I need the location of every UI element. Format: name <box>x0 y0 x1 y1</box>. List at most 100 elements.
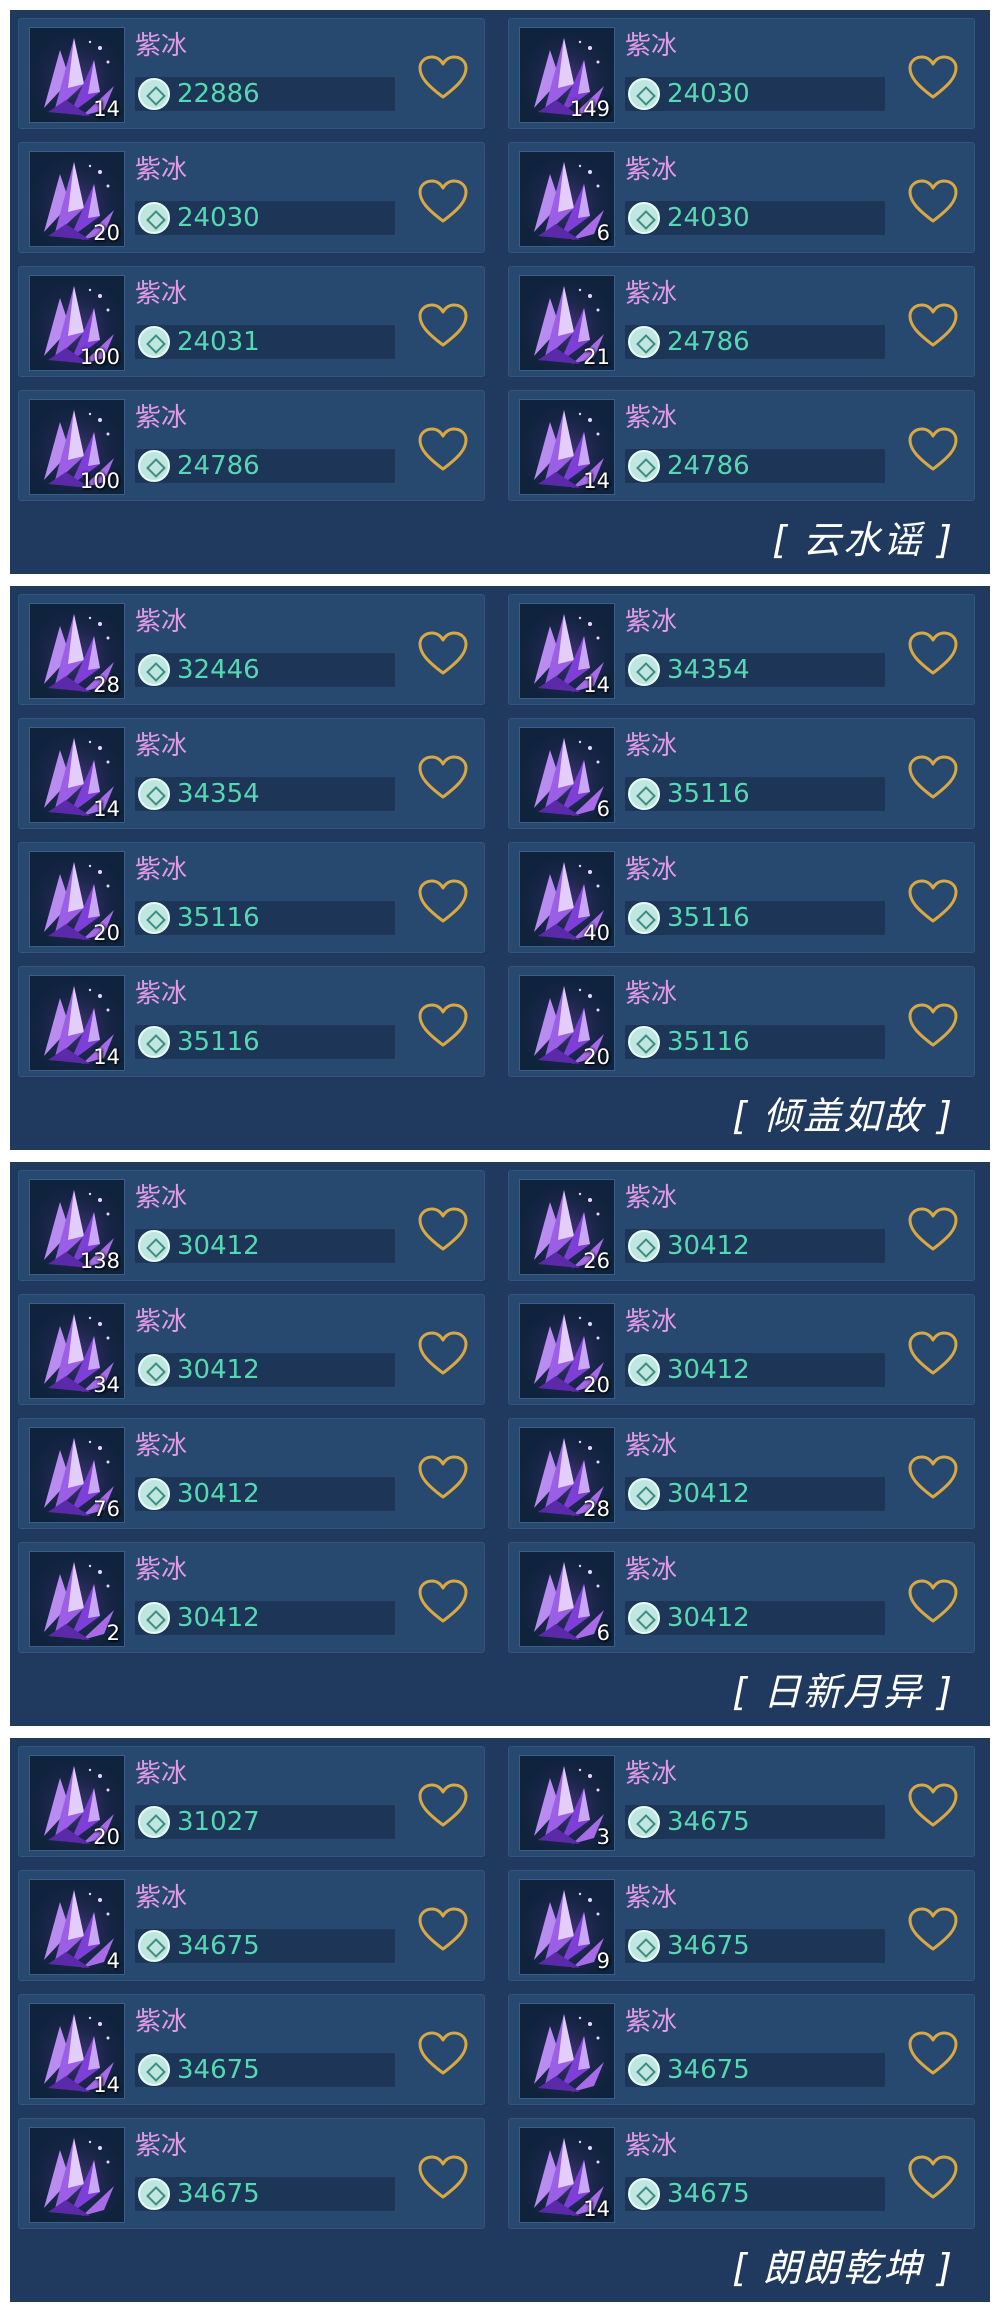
listing-card[interactable]: 6 紫冰 35116 <box>508 718 975 829</box>
listing-card[interactable]: 28 紫冰 32446 <box>18 594 485 705</box>
item-thumbnail[interactable]: 138 <box>29 1179 125 1275</box>
listing-card[interactable]: 40 紫冰 35116 <box>508 842 975 953</box>
item-thumbnail[interactable]: 149 <box>519 27 615 123</box>
heart-outline-icon[interactable] <box>417 55 469 101</box>
listing-card[interactable]: 6 紫冰 24030 <box>508 142 975 253</box>
listing-card[interactable]: 76 紫冰 30412 <box>18 1418 485 1529</box>
price-field: 24786 <box>625 449 885 483</box>
listing-card[interactable]: 20 紫冰 35116 <box>508 966 975 1077</box>
listing-card[interactable]: 14 紫冰 22886 <box>18 18 485 129</box>
heart-outline-icon[interactable] <box>907 303 959 349</box>
heart-outline-icon[interactable] <box>417 303 469 349</box>
heart-outline-icon[interactable] <box>907 1907 959 1953</box>
item-thumbnail[interactable]: 20 <box>519 975 615 1071</box>
listing-card[interactable]: 28 紫冰 30412 <box>508 1418 975 1529</box>
item-thumbnail[interactable]: 14 <box>29 27 125 123</box>
item-thumbnail[interactable]: 40 <box>519 851 615 947</box>
listing-card[interactable]: 20 紫冰 35116 <box>18 842 485 953</box>
listing-card[interactable]: 14 紫冰 34675 <box>18 1994 485 2105</box>
item-thumbnail[interactable]: 14 <box>519 2127 615 2223</box>
listing-card[interactable]: 紫冰 34675 <box>508 1994 975 2105</box>
listing-card[interactable]: 4 紫冰 34675 <box>18 1870 485 1981</box>
listing-card[interactable]: 20 紫冰 31027 <box>18 1746 485 1857</box>
listing-card[interactable]: 14 紫冰 24786 <box>508 390 975 501</box>
item-thumbnail[interactable]: 76 <box>29 1427 125 1523</box>
heart-outline-icon[interactable] <box>907 179 959 225</box>
listing-card[interactable]: 6 紫冰 30412 <box>508 1542 975 1653</box>
heart-outline-icon[interactable] <box>907 2031 959 2077</box>
item-thumbnail[interactable]: 2 <box>29 1551 125 1647</box>
item-thumbnail[interactable]: 4 <box>29 1879 125 1975</box>
listing-card[interactable]: 紫冰 34675 <box>18 2118 485 2229</box>
item-name: 紫冰 <box>135 1307 188 1337</box>
heart-outline-icon[interactable] <box>417 1207 469 1253</box>
heart-outline-icon[interactable] <box>417 427 469 473</box>
price-field: 31027 <box>135 1805 395 1839</box>
item-thumbnail[interactable]: 100 <box>29 275 125 371</box>
heart-outline-icon[interactable] <box>907 1003 959 1049</box>
item-thumbnail[interactable]: 20 <box>29 151 125 247</box>
heart-outline-icon[interactable] <box>907 427 959 473</box>
heart-outline-icon[interactable] <box>417 879 469 925</box>
heart-outline-icon[interactable] <box>417 1455 469 1501</box>
item-thumbnail[interactable]: 14 <box>519 603 615 699</box>
item-thumbnail[interactable] <box>519 2003 615 2099</box>
listing-card[interactable]: 21 紫冰 24786 <box>508 266 975 377</box>
heart-outline-icon[interactable] <box>417 2155 469 2201</box>
listing-card[interactable]: 3 紫冰 34675 <box>508 1746 975 1857</box>
item-thumbnail[interactable]: 100 <box>29 399 125 495</box>
item-thumbnail[interactable]: 14 <box>29 2003 125 2099</box>
listing-card[interactable]: 2 紫冰 30412 <box>18 1542 485 1653</box>
heart-outline-icon[interactable] <box>417 631 469 677</box>
listing-card[interactable]: 20 紫冰 30412 <box>508 1294 975 1405</box>
heart-outline-icon[interactable] <box>417 755 469 801</box>
heart-outline-icon[interactable] <box>417 2031 469 2077</box>
item-thumbnail[interactable]: 6 <box>519 727 615 823</box>
listing-card[interactable]: 100 紫冰 24031 <box>18 266 485 377</box>
item-thumbnail[interactable]: 20 <box>519 1303 615 1399</box>
heart-outline-icon[interactable] <box>417 1003 469 1049</box>
heart-outline-icon[interactable] <box>907 2155 959 2201</box>
heart-outline-icon[interactable] <box>907 1331 959 1377</box>
listing-card[interactable]: 138 紫冰 30412 <box>18 1170 485 1281</box>
listing-card[interactable]: 14 紫冰 34354 <box>18 718 485 829</box>
listing-card[interactable]: 26 紫冰 30412 <box>508 1170 975 1281</box>
heart-outline-icon[interactable] <box>417 1783 469 1829</box>
listing-card[interactable]: 14 紫冰 34354 <box>508 594 975 705</box>
listing-card[interactable]: 20 紫冰 24030 <box>18 142 485 253</box>
item-thumbnail[interactable]: 6 <box>519 1551 615 1647</box>
item-thumbnail[interactable]: 20 <box>29 1755 125 1851</box>
item-thumbnail[interactable]: 34 <box>29 1303 125 1399</box>
item-thumbnail[interactable]: 14 <box>519 399 615 495</box>
item-thumbnail[interactable]: 6 <box>519 151 615 247</box>
listing-card[interactable]: 34 紫冰 30412 <box>18 1294 485 1405</box>
heart-outline-icon[interactable] <box>417 1331 469 1377</box>
heart-outline-icon[interactable] <box>417 1907 469 1953</box>
item-thumbnail[interactable]: 20 <box>29 851 125 947</box>
heart-outline-icon[interactable] <box>907 1579 959 1625</box>
heart-outline-icon[interactable] <box>417 179 469 225</box>
item-thumbnail[interactable]: 14 <box>29 975 125 1071</box>
item-thumbnail[interactable]: 3 <box>519 1755 615 1851</box>
listing-card[interactable]: 14 紫冰 35116 <box>18 966 485 1077</box>
item-thumbnail[interactable]: 14 <box>29 727 125 823</box>
listing-card[interactable]: 14 紫冰 34675 <box>508 2118 975 2229</box>
heart-outline-icon[interactable] <box>417 1579 469 1625</box>
heart-outline-icon[interactable] <box>907 1207 959 1253</box>
item-thumbnail[interactable]: 28 <box>29 603 125 699</box>
item-thumbnail[interactable] <box>29 2127 125 2223</box>
item-quantity: 100 <box>79 345 120 369</box>
item-thumbnail[interactable]: 26 <box>519 1179 615 1275</box>
listing-card[interactable]: 9 紫冰 34675 <box>508 1870 975 1981</box>
item-thumbnail[interactable]: 21 <box>519 275 615 371</box>
heart-outline-icon[interactable] <box>907 1783 959 1829</box>
heart-outline-icon[interactable] <box>907 1455 959 1501</box>
item-thumbnail[interactable]: 28 <box>519 1427 615 1523</box>
listing-card[interactable]: 149 紫冰 24030 <box>508 18 975 129</box>
heart-outline-icon[interactable] <box>907 631 959 677</box>
item-thumbnail[interactable]: 9 <box>519 1879 615 1975</box>
heart-outline-icon[interactable] <box>907 879 959 925</box>
listing-card[interactable]: 100 紫冰 24786 <box>18 390 485 501</box>
heart-outline-icon[interactable] <box>907 55 959 101</box>
heart-outline-icon[interactable] <box>907 755 959 801</box>
